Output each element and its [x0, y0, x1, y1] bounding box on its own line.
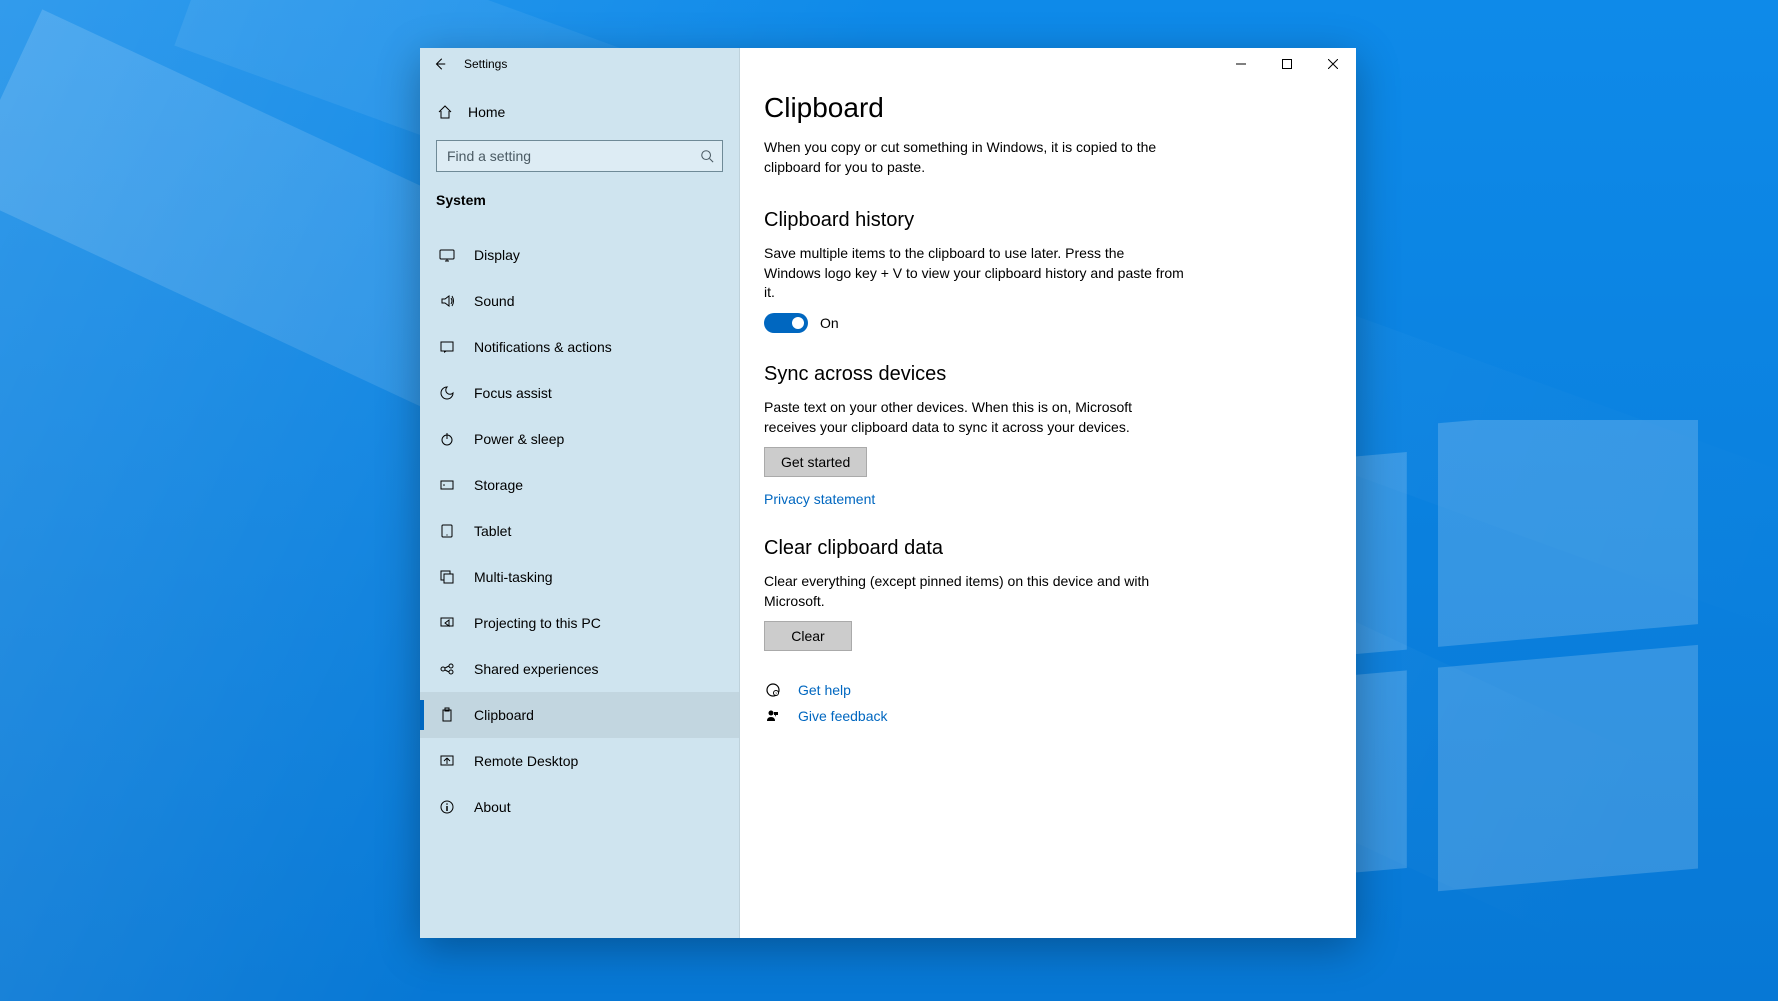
nav-item-label: Multi-tasking: [474, 569, 553, 585]
maximize-icon: [1282, 59, 1292, 69]
window-title: Settings: [464, 57, 507, 71]
nav-item-label: Power & sleep: [474, 431, 564, 447]
nav-item-storage[interactable]: Storage: [420, 462, 739, 508]
nav-item-focus[interactable]: Focus assist: [420, 370, 739, 416]
page-title: Clipboard: [764, 92, 1316, 124]
home-nav[interactable]: Home: [420, 92, 739, 132]
nav-item-label: Display: [474, 247, 520, 263]
nav-item-remote[interactable]: Remote Desktop: [420, 738, 739, 784]
get-help-link[interactable]: Get help: [798, 682, 851, 698]
category-label: System: [420, 184, 739, 220]
nav-item-label: Projecting to this PC: [474, 615, 601, 631]
projecting-icon: [438, 614, 456, 632]
minimize-button[interactable]: [1218, 48, 1264, 80]
power-icon: [438, 430, 456, 448]
nav-item-multitasking[interactable]: Multi-tasking: [420, 554, 739, 600]
settings-window: Settings Home: [420, 48, 1356, 938]
nav-item-label: Shared experiences: [474, 661, 599, 677]
nav-item-label: Sound: [474, 293, 514, 309]
page-intro: When you copy or cut something in Window…: [764, 138, 1164, 177]
sound-icon: [438, 292, 456, 310]
nav-item-power[interactable]: Power & sleep: [420, 416, 739, 462]
get-started-button[interactable]: Get started: [764, 447, 867, 477]
nav-list: Display Sound Notifications & actions Focus…: [420, 220, 739, 830]
clear-button[interactable]: Clear: [764, 621, 852, 651]
feedback-icon: [764, 707, 782, 725]
sync-desc: Paste text on your other devices. When t…: [764, 398, 1184, 437]
search-input-wrap[interactable]: [436, 140, 723, 172]
nav-item-projecting[interactable]: Projecting to this PC: [420, 600, 739, 646]
history-title: Clipboard history: [764, 209, 1316, 232]
privacy-link[interactable]: Privacy statement: [764, 491, 875, 507]
clear-desc: Clear everything (except pinned items) o…: [764, 572, 1184, 611]
display-icon: [438, 246, 456, 264]
nav-item-label: Storage: [474, 477, 523, 493]
search-input[interactable]: [437, 148, 692, 164]
clipboard-icon: [438, 706, 456, 724]
close-button[interactable]: [1310, 48, 1356, 80]
nav-item-clipboard[interactable]: Clipboard: [420, 692, 739, 738]
nav-item-label: Clipboard: [474, 707, 534, 723]
home-label: Home: [468, 104, 505, 120]
about-icon: [438, 798, 456, 816]
nav-item-label: About: [474, 799, 511, 815]
content-pane: Clipboard When you copy or cut something…: [740, 48, 1356, 938]
history-toggle[interactable]: [764, 313, 808, 333]
help-icon: ?: [764, 681, 782, 699]
nav-item-about[interactable]: About: [420, 784, 739, 830]
multitasking-icon: [438, 568, 456, 586]
storage-icon: [438, 476, 456, 494]
maximize-button[interactable]: [1264, 48, 1310, 80]
back-button[interactable]: [420, 48, 460, 80]
nav-item-tablet[interactable]: Tablet: [420, 508, 739, 554]
nav-item-label: Tablet: [474, 523, 511, 539]
nav-item-display[interactable]: Display: [420, 232, 739, 278]
give-feedback-link[interactable]: Give feedback: [798, 708, 888, 724]
nav-item-label: Remote Desktop: [474, 753, 578, 769]
close-icon: [1328, 59, 1338, 69]
clear-title: Clear clipboard data: [764, 537, 1316, 560]
nav-item-label: Notifications & actions: [474, 339, 612, 355]
home-icon: [436, 103, 454, 121]
notifications-icon: [438, 338, 456, 356]
arrow-left-icon: [433, 57, 447, 71]
shared-icon: [438, 660, 456, 678]
sync-title: Sync across devices: [764, 363, 1316, 386]
nav-item-sound[interactable]: Sound: [420, 278, 739, 324]
tablet-icon: [438, 522, 456, 540]
remote-icon: [438, 752, 456, 770]
search-icon: [692, 149, 722, 163]
nav-item-label: Focus assist: [474, 385, 552, 401]
history-toggle-state: On: [820, 315, 839, 331]
nav-item-shared[interactable]: Shared experiences: [420, 646, 739, 692]
sidebar: Home System Display Sound Notifications & …: [420, 48, 740, 938]
focus-icon: [438, 384, 456, 402]
titlebar: Settings: [420, 48, 1356, 80]
minimize-icon: [1236, 59, 1246, 69]
history-desc: Save multiple items to the clipboard to …: [764, 244, 1184, 303]
nav-item-notifications[interactable]: Notifications & actions: [420, 324, 739, 370]
